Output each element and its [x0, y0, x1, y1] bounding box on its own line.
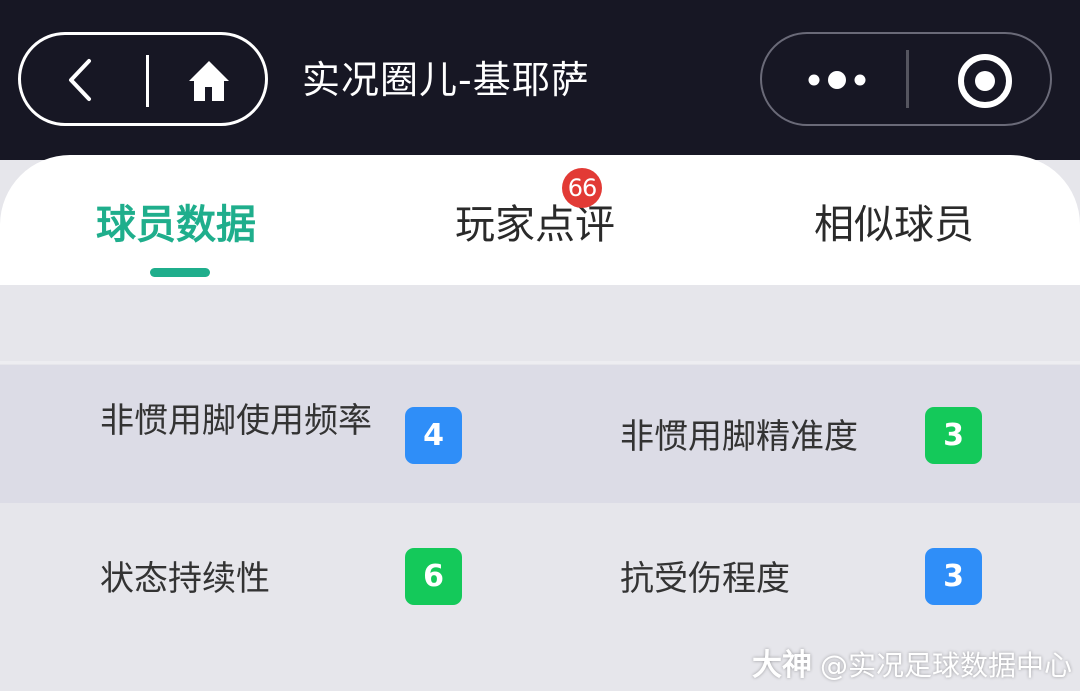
attribute-label: 非惯用脚使用频率 [100, 401, 372, 441]
top-navigation-bar: 实况圈儿-基耶萨 [0, 0, 1080, 160]
attribute-value-badge: 3 [925, 548, 982, 605]
attribute-label: 非惯用脚精准度 [620, 417, 858, 457]
capsule-divider [146, 55, 149, 107]
watermark-logo: 大神 [752, 648, 812, 683]
more-button[interactable] [792, 52, 882, 108]
tab-player-data[interactable]: 球员数据 [96, 197, 256, 253]
attribute-row: 非惯用脚使用频率 4 非惯用脚精准度 3 [0, 365, 1080, 503]
back-button[interactable] [51, 55, 111, 105]
target-circle-icon [958, 54, 1012, 108]
page-title: 实况圈儿-基耶萨 [302, 58, 590, 102]
more-dots-icon [808, 71, 866, 89]
capsule-divider [906, 50, 909, 108]
tab-similar-players[interactable]: 相似球员 [814, 197, 974, 253]
chevron-left-icon [69, 59, 91, 101]
active-tab-indicator [150, 268, 210, 277]
attribute-value-badge: 4 [405, 407, 462, 464]
divider [0, 361, 1080, 364]
watermark-text: @实况足球数据中心 [820, 649, 1073, 682]
attribute-value-badge: 6 [405, 548, 462, 605]
review-count-badge: 66 [562, 168, 602, 208]
nav-capsule [18, 32, 268, 126]
menu-capsule [760, 32, 1052, 126]
attribute-label: 状态持续性 [100, 559, 270, 599]
home-button[interactable] [179, 51, 239, 111]
home-icon [189, 61, 229, 101]
attribute-value-badge: 3 [925, 407, 982, 464]
close-miniprogram-button[interactable] [950, 46, 1020, 116]
attribute-label: 抗受伤程度 [620, 559, 790, 599]
tab-bar: 球员数据 玩家点评 66 相似球员 [0, 155, 1080, 285]
watermark: 大神 @实况足球数据中心 [752, 648, 1072, 684]
attributes-panel: 非惯用脚使用频率 4 非惯用脚精准度 3 状态持续性 6 抗受伤程度 3 [0, 285, 1080, 691]
